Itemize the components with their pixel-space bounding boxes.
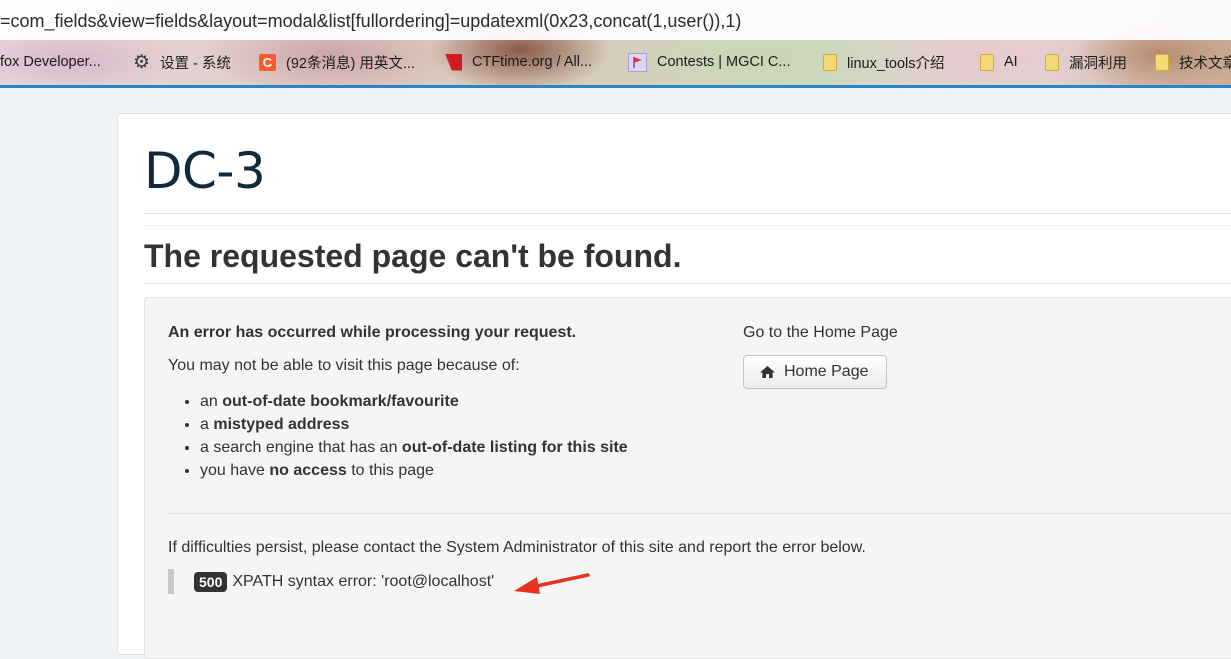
bookmark-item[interactable]: linux_tools介绍 [823, 48, 945, 76]
bookmark-label: 设置 - 系统 [160, 55, 231, 72]
flag-icon [628, 52, 647, 72]
bookmark-label: linux_tools介绍 [847, 55, 945, 72]
site-title[interactable]: DC-3 [144, 142, 266, 200]
reasons-list: an out-of-date bookmark/favourite a mist… [168, 390, 628, 482]
address-bar [0, 0, 1231, 40]
home-icon [760, 366, 775, 378]
bookmark-item[interactable]: AI [980, 48, 1018, 76]
folder-icon [1155, 53, 1169, 71]
browser-chrome: fox Developer... ⚙ 设置 - 系统 C (92条消息) 用英文… [0, 0, 1231, 88]
divider [144, 225, 1231, 226]
error-heading: An error has occurred while processing y… [168, 324, 577, 341]
bookmark-label: AI [1004, 54, 1018, 70]
page-title: The requested page can't be found. [144, 238, 682, 274]
bookmark-item[interactable]: CTFtime.org / All... [445, 48, 592, 76]
ctftime-icon [445, 53, 462, 71]
bookmark-item[interactable]: C (92条消息) 用英文... [259, 48, 415, 76]
folder-icon [980, 53, 994, 71]
bookmark-item[interactable]: ⚙ 设置 - 系统 [133, 48, 231, 76]
divider [168, 513, 1231, 514]
home-page-button[interactable]: Home Page [743, 355, 887, 389]
annotation-arrow-icon [514, 573, 590, 594]
divider [144, 283, 1231, 284]
list-item: a mistyped address [200, 413, 628, 436]
list-item: an out-of-date bookmark/favourite [200, 390, 628, 413]
bookmark-item[interactable]: Contests | MGCI C... [628, 48, 791, 76]
bookmark-item[interactable]: fox Developer... [0, 48, 101, 76]
folder-icon [823, 53, 837, 71]
toolbar-accent-line [0, 85, 1231, 88]
bookmark-label: Contests | MGCI C... [657, 54, 791, 70]
page-container: DC-3 The requested page can't be found. … [117, 113, 1231, 659]
error-message: XPATH syntax error: 'root@localhost' [232, 572, 495, 590]
home-page-button-label: Home Page [784, 363, 869, 380]
error-message-line: 500 XPATH syntax error: 'root@localhost' [168, 569, 494, 594]
gear-icon: ⚙ [133, 51, 151, 73]
list-item: you have no access to this page [200, 459, 628, 482]
folder-icon [1045, 53, 1059, 71]
bookmark-label: 漏洞利用 [1069, 55, 1127, 72]
divider [144, 213, 1231, 214]
bookmark-label: (92条消息) 用英文... [286, 55, 415, 72]
error-intro: You may not be able to visit this page b… [168, 357, 520, 374]
error-panel: An error has occurred while processing y… [144, 297, 1231, 659]
home-page-label: Go to the Home Page [743, 324, 898, 341]
csdn-icon: C [259, 53, 276, 71]
list-item: a search engine that has an out-of-date … [200, 436, 628, 459]
url-input[interactable] [0, 9, 1231, 33]
error-code-badge: 500 [194, 571, 228, 592]
bookmark-label: CTFtime.org / All... [472, 54, 593, 70]
bookmark-item[interactable]: 技术文章 [1155, 48, 1231, 76]
contact-admin-text: If difficulties persist, please contact … [168, 539, 866, 556]
bookmark-label: fox Developer... [0, 54, 101, 70]
bookmark-label: 技术文章 [1179, 55, 1231, 72]
bookmark-item[interactable]: 漏洞利用 [1045, 48, 1127, 76]
